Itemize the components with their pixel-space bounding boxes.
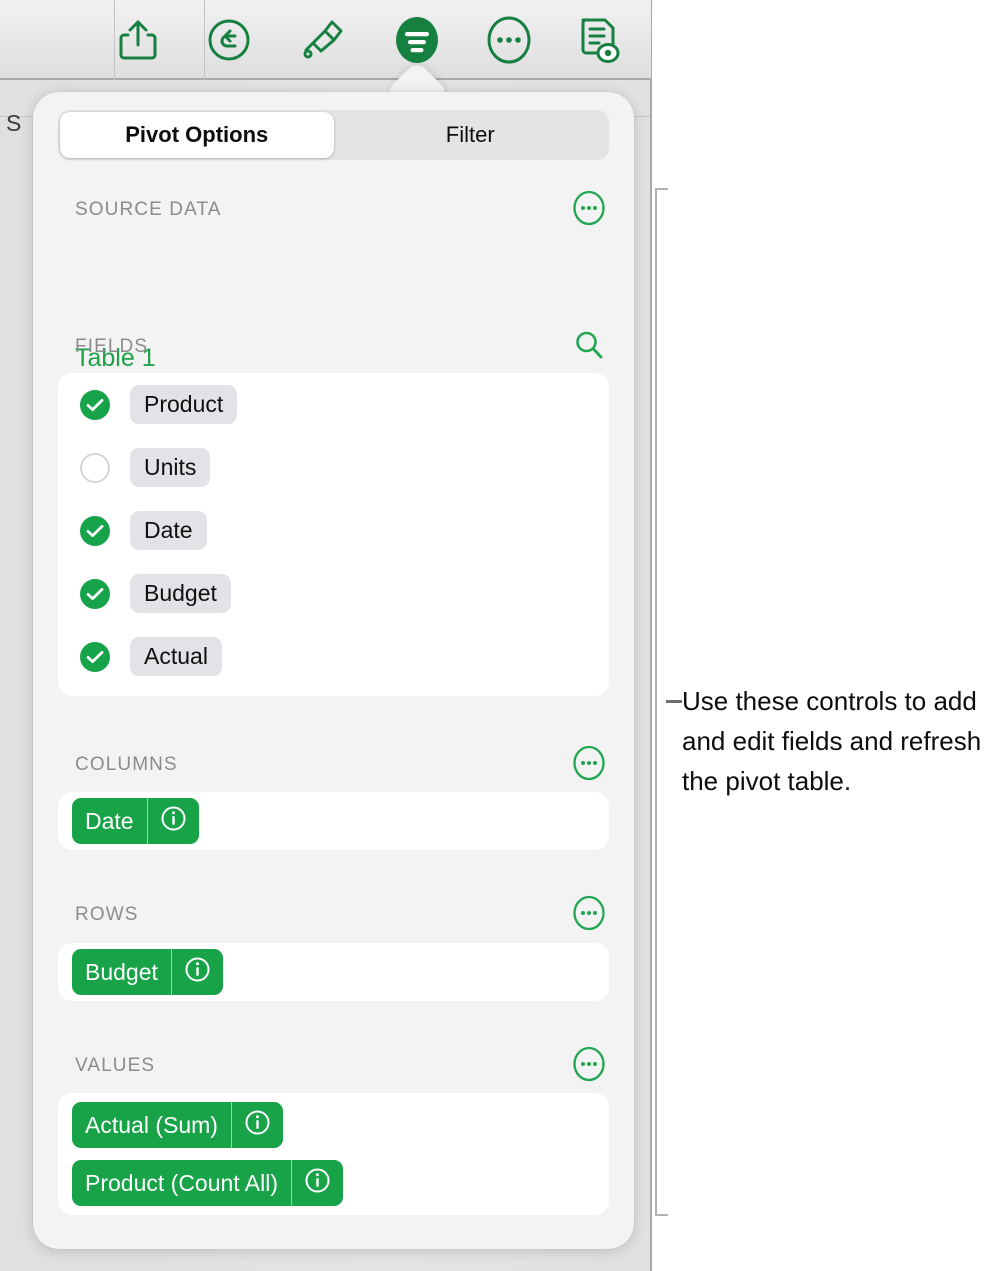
token-info-button[interactable] [146, 798, 199, 844]
field-checkbox-unchecked[interactable] [80, 452, 110, 483]
field-row[interactable]: Units [58, 436, 609, 499]
source-data-header: SOURCE DATA [33, 190, 634, 227]
tab-filter[interactable]: Filter [334, 112, 608, 158]
info-icon [184, 956, 211, 988]
more-options-icon [572, 745, 606, 786]
values-more-button[interactable] [572, 1046, 606, 1083]
fields-title: FIELDS [75, 336, 149, 357]
values-drop-zone[interactable]: Actual (Sum) Product (Count All) [58, 1093, 609, 1215]
popover-arrow [386, 62, 448, 94]
fields-search-button[interactable] [572, 330, 606, 364]
field-checkbox-checked[interactable] [80, 578, 110, 609]
tab-pivot-options-label: Pivot Options [125, 122, 269, 147]
pivot-filter-icon [394, 15, 440, 65]
document-view-icon [575, 16, 621, 64]
format-brush-icon [299, 17, 345, 63]
field-label[interactable]: Date [130, 510, 207, 551]
source-data-title: SOURCE DATA [75, 199, 222, 220]
share-button[interactable] [106, 8, 170, 72]
field-label[interactable]: Units [130, 447, 211, 488]
pivot-options-popover: Pivot Options Filter SOURCE DATA Table 1… [33, 92, 634, 1249]
more-button[interactable] [477, 8, 541, 72]
info-icon [244, 1109, 271, 1141]
values-header: VALUES [33, 1046, 634, 1083]
undo-icon [207, 18, 251, 62]
share-icon [118, 18, 158, 62]
field-row[interactable]: Product [58, 373, 609, 436]
rows-header: ROWS [33, 895, 634, 932]
token-label: Budget [85, 958, 158, 985]
more-options-icon [572, 1046, 606, 1087]
partial-sheet-text: S [6, 110, 22, 136]
fields-header: FIELDS [33, 330, 634, 364]
token-info-button[interactable] [170, 949, 223, 995]
columns-header: COLUMNS [33, 745, 634, 782]
undo-button[interactable] [197, 8, 261, 72]
token-row: Product (Count All) [58, 1160, 609, 1206]
token-label: Date [85, 807, 134, 834]
columns-title: COLUMNS [75, 754, 178, 775]
token-info-button[interactable] [291, 1160, 343, 1206]
callout-text: Use these controls to add and edit field… [682, 686, 982, 796]
tab-filter-label: Filter [445, 122, 495, 147]
field-row[interactable]: Actual [58, 625, 609, 688]
callout-leader-line [666, 700, 682, 703]
field-label[interactable]: Product [130, 384, 238, 425]
document-view-button[interactable] [566, 8, 630, 72]
more-options-icon [572, 895, 606, 936]
row-token[interactable]: Budget [72, 949, 223, 995]
column-token[interactable]: Date [72, 798, 199, 844]
token-row: Actual (Sum) [58, 1102, 609, 1148]
page-edge-divider [650, 0, 652, 1271]
value-token[interactable]: Product (Count All) [72, 1160, 344, 1206]
rows-more-button[interactable] [572, 895, 606, 932]
columns-more-button[interactable] [572, 745, 606, 782]
field-checkbox-checked[interactable] [80, 515, 110, 546]
token-label: Product (Count All) [85, 1169, 279, 1196]
info-icon [304, 1167, 331, 1199]
field-checkbox-checked[interactable] [80, 641, 110, 672]
format-button[interactable] [290, 8, 354, 72]
field-label[interactable]: Actual [130, 636, 222, 677]
screenshot-root: S Pivot Options Filter SOURCE DATA Table… [0, 0, 991, 1271]
search-icon [573, 329, 605, 366]
source-data-more-button[interactable] [572, 190, 606, 227]
more-options-icon [486, 15, 532, 65]
info-icon [160, 805, 187, 837]
tab-pivot-options[interactable]: Pivot Options [60, 112, 334, 158]
field-row[interactable]: Budget [58, 562, 609, 625]
fields-list: Product Units Date Budget Actual [58, 373, 609, 696]
value-token[interactable]: Actual (Sum) [72, 1102, 283, 1148]
rows-title: ROWS [75, 904, 139, 925]
more-options-icon [572, 190, 606, 231]
field-checkbox-checked[interactable] [80, 389, 110, 420]
token-info-button[interactable] [230, 1102, 283, 1148]
rows-drop-zone[interactable]: Budget [58, 943, 609, 1001]
field-label[interactable]: Budget [130, 573, 231, 614]
token-row: Date [58, 798, 609, 844]
token-row: Budget [58, 949, 609, 995]
columns-drop-zone[interactable]: Date [58, 792, 609, 850]
token-label: Actual (Sum) [85, 1111, 218, 1138]
field-row[interactable]: Date [58, 499, 609, 562]
popover-tabs: Pivot Options Filter [58, 110, 609, 160]
values-title: VALUES [75, 1055, 156, 1076]
toolbar [0, 0, 651, 80]
